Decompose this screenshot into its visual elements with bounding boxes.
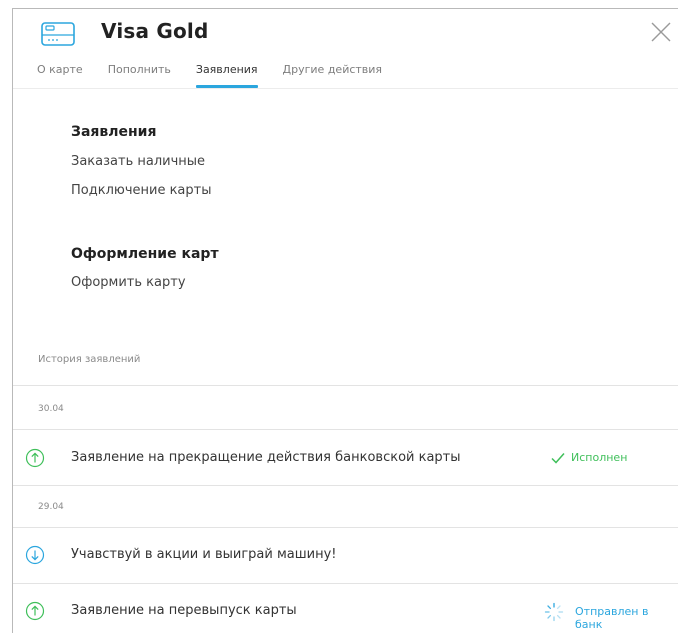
history-caption: История заявлений <box>38 354 141 365</box>
status-sent-to-bank: Отправлен в банк <box>575 605 649 631</box>
history-row-text: Заявление на перевыпуск карты <box>71 603 297 618</box>
arrow-up-circle-icon <box>25 448 45 468</box>
applications-heading: Заявления <box>71 124 157 140</box>
divider <box>13 485 678 486</box>
card-title: Visa Gold <box>101 19 209 43</box>
checkmark-icon <box>551 453 565 464</box>
arrow-down-circle-icon <box>25 545 45 565</box>
history-row-text: Учавствуй в акции и выиграй машину! <box>71 547 337 562</box>
order-cash-link[interactable]: Заказать наличные <box>71 154 205 169</box>
divider <box>13 527 678 528</box>
divider <box>13 429 678 430</box>
card-details-panel: Visa Gold О карте Пополнить Заявления Др… <box>12 8 678 633</box>
issue-card-link[interactable]: Оформить карту <box>71 275 186 290</box>
history-date: 30.04 <box>38 404 64 414</box>
tabs-divider <box>13 88 678 89</box>
card-issue-heading: Оформление карт <box>71 246 219 262</box>
history-row-text: Заявление на прекращение действия банков… <box>71 450 461 465</box>
divider <box>13 385 678 386</box>
arrow-up-circle-icon <box>25 601 45 621</box>
history-date: 29.04 <box>38 502 64 512</box>
spinner-icon <box>544 602 564 622</box>
connect-card-link[interactable]: Подключение карты <box>71 183 212 198</box>
divider <box>13 583 678 584</box>
close-icon[interactable] <box>650 21 672 43</box>
status-completed: Исполнен <box>571 451 628 464</box>
card-icon <box>41 22 75 46</box>
